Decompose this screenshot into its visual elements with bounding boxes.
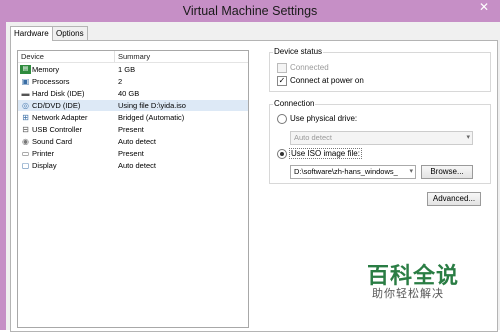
device-summary: 1 GB <box>118 65 136 74</box>
advanced-button[interactable]: Advanced... <box>427 192 481 206</box>
device-name: Printer <box>32 149 55 158</box>
usb-controller-icon: ⊟ <box>22 125 29 134</box>
use-physical-drive-radio[interactable] <box>277 114 287 124</box>
virtual-machine-settings-window: Virtual Machine Settings ✕ Hardware Opti… <box>0 0 500 332</box>
connected-label: Connected <box>290 63 329 72</box>
device-status-title: Device status <box>273 47 324 56</box>
device-list[interactable]: Device Summary ▤ Memory 1 GB ▣ Processor… <box>17 50 249 328</box>
watermark-subtitle: 助你轻松解决 <box>372 287 444 300</box>
device-summary: Present <box>118 125 144 134</box>
cd-dvd-icon: ◎ <box>22 101 29 110</box>
sound-card-icon: ◉ <box>22 137 29 146</box>
device-name: CD/DVD (IDE) <box>32 101 81 110</box>
tab-options[interactable]: Options <box>52 26 88 40</box>
iso-image-path-value: D:\software\zh-hans_windows_ <box>294 167 398 176</box>
tab-hardware[interactable]: Hardware <box>10 26 53 41</box>
physical-drive-select[interactable]: Auto detect ▾ <box>290 131 473 145</box>
device-list-header: Device Summary <box>18 51 248 63</box>
column-separator[interactable] <box>114 51 115 62</box>
device-summary: Present <box>118 149 144 158</box>
device-row-sound-card[interactable]: ◉ Sound Card Auto detect <box>18 136 248 147</box>
chevron-down-icon: ▾ <box>466 134 470 141</box>
device-column-header[interactable]: Device <box>21 52 44 61</box>
device-status-group: Device status Connected ✓ Connect at pow… <box>269 47 491 92</box>
device-name: Network Adapter <box>32 113 88 122</box>
summary-column-header[interactable]: Summary <box>118 52 150 61</box>
memory-icon: ▤ <box>20 65 31 74</box>
processor-icon: ▣ <box>21 77 30 86</box>
device-row-cd-dvd[interactable]: ◎ CD/DVD (IDE) Using file D:\yida.iso <box>18 100 248 111</box>
device-row-network-adapter[interactable]: ⊞ Network Adapter Bridged (Automatic) <box>18 112 248 123</box>
use-iso-image-radio[interactable] <box>277 149 287 159</box>
iso-image-path-select[interactable]: D:\software\zh-hans_windows_ ▾ <box>290 165 416 179</box>
title-bar: Virtual Machine Settings ✕ <box>0 0 500 22</box>
connection-group: Connection Use physical drive: Auto dete… <box>269 99 491 184</box>
device-summary: 2 <box>118 77 123 86</box>
device-name: Sound Card <box>32 137 73 146</box>
connect-at-power-on-label: Connect at power on <box>290 76 364 85</box>
device-name: USB Controller <box>32 125 83 134</box>
device-row-display[interactable]: ▢ Display Auto detect <box>18 160 248 171</box>
device-row-usb-controller[interactable]: ⊟ USB Controller Present <box>18 124 248 135</box>
network-adapter-icon: ⊞ <box>22 113 29 122</box>
device-summary: Bridged (Automatic) <box>118 113 185 122</box>
device-name: Display <box>32 161 57 170</box>
device-summary: 40 GB <box>118 89 140 98</box>
connected-checkbox[interactable] <box>277 63 287 73</box>
connection-title: Connection <box>273 99 316 108</box>
device-summary: Using file D:\yida.iso <box>118 101 186 110</box>
device-name: Hard Disk (IDE) <box>32 89 85 98</box>
window-title: Virtual Machine Settings <box>182 4 318 18</box>
display-icon: ▢ <box>21 161 30 170</box>
device-summary: Auto detect <box>118 161 156 170</box>
printer-icon: ▭ <box>21 149 30 158</box>
connect-at-power-on-checkbox[interactable]: ✓ <box>277 76 287 86</box>
device-summary: Auto detect <box>118 137 156 146</box>
browse-button[interactable]: Browse... <box>421 165 473 179</box>
physical-drive-value: Auto detect <box>294 133 332 142</box>
device-row-processors[interactable]: ▣ Processors 2 <box>18 76 248 87</box>
chevron-down-icon: ▾ <box>409 168 413 175</box>
hard-disk-icon: ▬ <box>21 89 30 98</box>
device-row-printer[interactable]: ▭ Printer Present <box>18 148 248 159</box>
device-name: Processors <box>32 77 70 86</box>
use-iso-image-label: Use ISO image file: <box>289 148 362 159</box>
use-physical-drive-label: Use physical drive: <box>290 114 358 123</box>
device-name: Memory <box>32 65 60 74</box>
device-row-hard-disk[interactable]: ▬ Hard Disk (IDE) 40 GB <box>18 88 248 99</box>
device-row-memory[interactable]: ▤ Memory 1 GB <box>18 64 248 75</box>
close-button[interactable]: ✕ <box>476 0 492 14</box>
